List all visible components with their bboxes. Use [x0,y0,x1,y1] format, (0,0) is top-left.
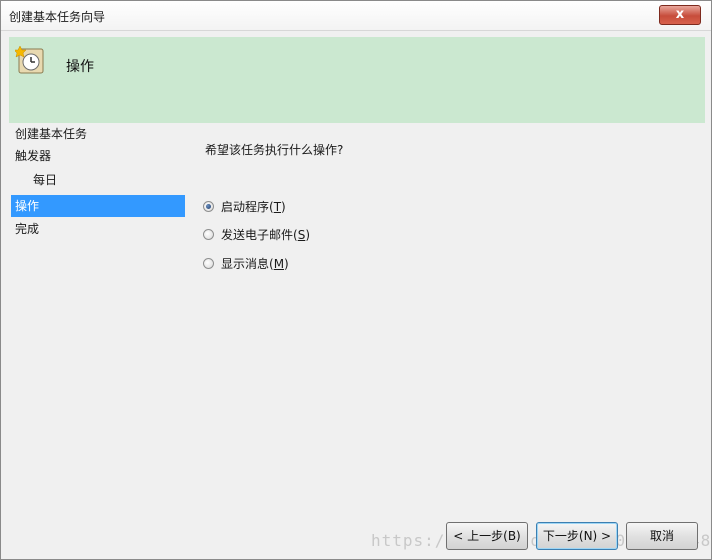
nav-step-daily[interactable]: 每日 [11,169,185,191]
nav-step-finish[interactable]: 完成 [11,218,185,240]
nav-step-action[interactable]: 操作 [11,195,185,217]
option-label-suffix: ) [281,200,286,214]
task-scheduler-clock-icon [15,45,44,74]
option-label-suffix: ) [305,228,310,242]
option-label: 启动程序( [221,200,274,214]
close-button[interactable]: x [659,5,701,25]
option-label: 显示消息( [221,257,274,271]
accelerator-key: T [273,200,282,214]
wizard-window: 创建基本任务向导 x 操作 创建基本任务 触发器 每日 操作 完成 希望该任务执… [0,0,712,560]
wizard-steps-nav: 创建基本任务 触发器 每日 操作 完成 [9,123,187,521]
nav-step-label: 创建基本任务 [15,127,88,141]
nav-step-create-basic-task[interactable]: 创建基本任务 [11,123,185,145]
close-icon: x [675,7,685,22]
radio-button[interactable] [203,258,214,269]
back-button[interactable]: < 上一步(B) [446,522,528,550]
radio-selected-dot [206,204,211,209]
nav-step-label: 完成 [15,222,40,236]
cancel-button[interactable]: 取消 [626,522,698,550]
action-question: 希望该任务执行什么操作? [205,143,344,157]
accelerator-key: M [273,257,285,271]
radio-button[interactable] [203,229,214,240]
window-title: 创建基本任务向导 [9,10,106,24]
radio-button[interactable] [203,201,214,212]
option-label: 发送电子邮件( [221,228,298,242]
nav-step-label: 操作 [15,199,40,213]
title-bar[interactable]: 创建基本任务向导 x [1,1,711,31]
option-label-suffix: ) [284,257,289,271]
page-title: 操作 [66,59,94,75]
nav-step-trigger[interactable]: 触发器 [11,145,185,167]
nav-step-label: 触发器 [15,149,52,163]
wizard-header: 操作 [9,37,705,123]
nav-step-label: 每日 [33,173,58,187]
wizard-content: 希望该任务执行什么操作? 启动程序(T) 发送电子邮件(S) 显示消息(M) [191,123,705,521]
next-button[interactable]: 下一步(N) > [536,522,618,550]
